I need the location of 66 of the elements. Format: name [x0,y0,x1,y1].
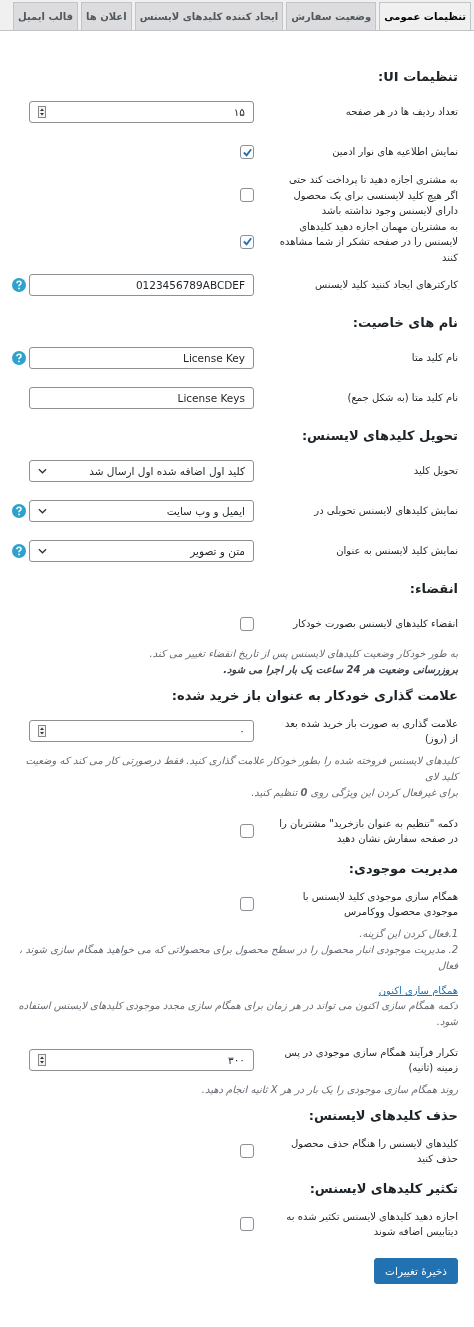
field-label: نمایش کلیدهای لایسنس تحویلی در [312,504,458,519]
section-heading: نام های خاصیت: [351,315,458,330]
number-field[interactable]: ۰ [29,720,254,742]
section-heading: مدیریت موجودی: [347,861,458,876]
dropdown[interactable]: ایمیل و وب سایت [29,500,254,522]
description-text: دکمه همگام سازی اکنون می تواند در هر زمان برای همگام سازی مجدد موجودی کلیدهای لایسنس استفاده شود. [17,999,458,1030]
field-label: کلیدهای لایسنس را هنگام حذف محصول حذف کنید [290,1136,458,1166]
chevron-down-icon [38,468,47,474]
section-heading: انقضاء: [408,581,458,596]
field-label: به مشتری اجازه دهید تا پرداخت کند حتی اگر هیچ کلید لایسنسی برای یک محصول دارای لایسنس وجود نداشته باشد [287,173,458,219]
field-label: تکرار فرآیند همگام سازی موجودی در پس زمینه (ثانیه) [283,1045,458,1075]
checkbox[interactable] [240,145,254,159]
field-label: اجازه دهید کلیدهای لایسنس تکثیر شده به دیتابیس اضافه شوند [285,1209,458,1239]
description-text: 2. مدیریت موجودی انبار محصول را در سطح محصول برای محصولاتی که می خواهید همگام سازی شوند ، فعال [17,943,458,973]
spinner-icon[interactable] [38,106,46,118]
description-text: 1.فعال کردن این گزینه. [358,927,458,942]
field-label: انقضاء کلیدهای لایسنس بصورت خودکار [291,617,458,632]
section-heading: تحویل کلیدهای لایسنس: [300,428,458,443]
chevron-down-icon [38,548,47,554]
spinner-icon[interactable] [38,725,46,737]
section-heading: تکثیر کلیدهای لایسنس: [308,1181,458,1196]
dropdown[interactable]: کلید اول اضافه شده اول ارسال شد [29,460,254,482]
checkbox[interactable] [240,897,254,911]
checkbox[interactable] [240,617,254,631]
field-label: نمایش اطلاعیه های نوار ادمین [331,145,458,160]
section-heading: علامت گذاری خودکار به عنوان باز خرید شده: [170,688,458,703]
description-text: روند همگام سازی موجودی را یک بار در هر X ثانیه انجام دهید. [200,1083,458,1098]
section-heading: حذف کلیدهای لایسنس: [307,1108,458,1123]
help-icon[interactable] [12,544,26,558]
description-text: کلیدهای لایسنس فروخته شده را بطور خودکار علامت گذاری کنید. فقط درصورتی کار می کند که وضعیت کلید لای [24,754,458,784]
field-label: نام کلید متا [410,351,458,366]
field-label: نمایش کلید لایسنس به عنوان [335,544,458,559]
field-label: همگام سازی موجودی کلید لایسنس با موجودی محصول ووکامرس [301,889,458,920]
checkbox[interactable] [240,824,254,838]
checkbox[interactable] [240,188,254,203]
checkbox[interactable] [240,234,254,249]
field-label: تعداد ردیف ها در هر صفحه [344,105,458,120]
field-label: دکمه "تنظیم به عنوان بازخرید" مشتریان را در صفحه سفارش نشان دهید [278,816,458,846]
save-button[interactable]: ذخیرهٔ تغییرات [374,1258,458,1284]
spinner-icon[interactable] [38,1054,46,1066]
tab[interactable]: تنظیمات عمومی [379,2,471,30]
field-label: نام کلید متا (به شکل جمع) [346,391,458,406]
section-heading: تنظیمات UI: [377,69,458,84]
number-field[interactable]: ۳۰۰ [29,1049,254,1071]
text-field[interactable]: 0123456789ABCDEF [29,274,254,296]
help-icon[interactable] [12,278,26,292]
number-field[interactable]: ۱۵ [29,101,254,123]
field-label: کارکترهای ایجاد کننید کلید لایسنس [314,278,458,293]
text-field[interactable]: License Keys [29,387,254,409]
sync-now-link[interactable]: همگام سازی اکنون [378,985,458,996]
tab[interactable]: قالب ایمیل [13,2,79,30]
field-label: به مشتریان مهمان اجازه دهید کلیدهای لایسنس را در صفحه تشکر از شما مشاهده کنند [278,219,458,265]
tab[interactable]: ایجاد کننده کلیدهای لایسنس [134,2,284,30]
description-text: به طور خودکار وضعیت کلیدهای لایسنس پس از تاریخ انقضاء تغییر می کند. [148,647,458,662]
field-label: تحویل کلید [412,464,458,479]
description-text: بروزرسانی وضعیت هر 24 ساعت یک بار اجرا می شود. [222,663,458,678]
tab[interactable]: اعلان ها [81,2,132,30]
field-label: علامت گذاری به صورت باز خرید شده بعد از (روز) [284,716,458,747]
dropdown[interactable]: متن و تصویر [29,540,254,562]
tab[interactable]: وضعیت سفارش [286,2,377,30]
checkbox[interactable] [240,1217,254,1231]
help-icon[interactable] [12,504,26,518]
text-field[interactable]: License Key [29,347,254,369]
checkbox[interactable] [240,1144,254,1158]
chevron-down-icon [38,508,47,514]
help-icon[interactable] [12,351,26,365]
